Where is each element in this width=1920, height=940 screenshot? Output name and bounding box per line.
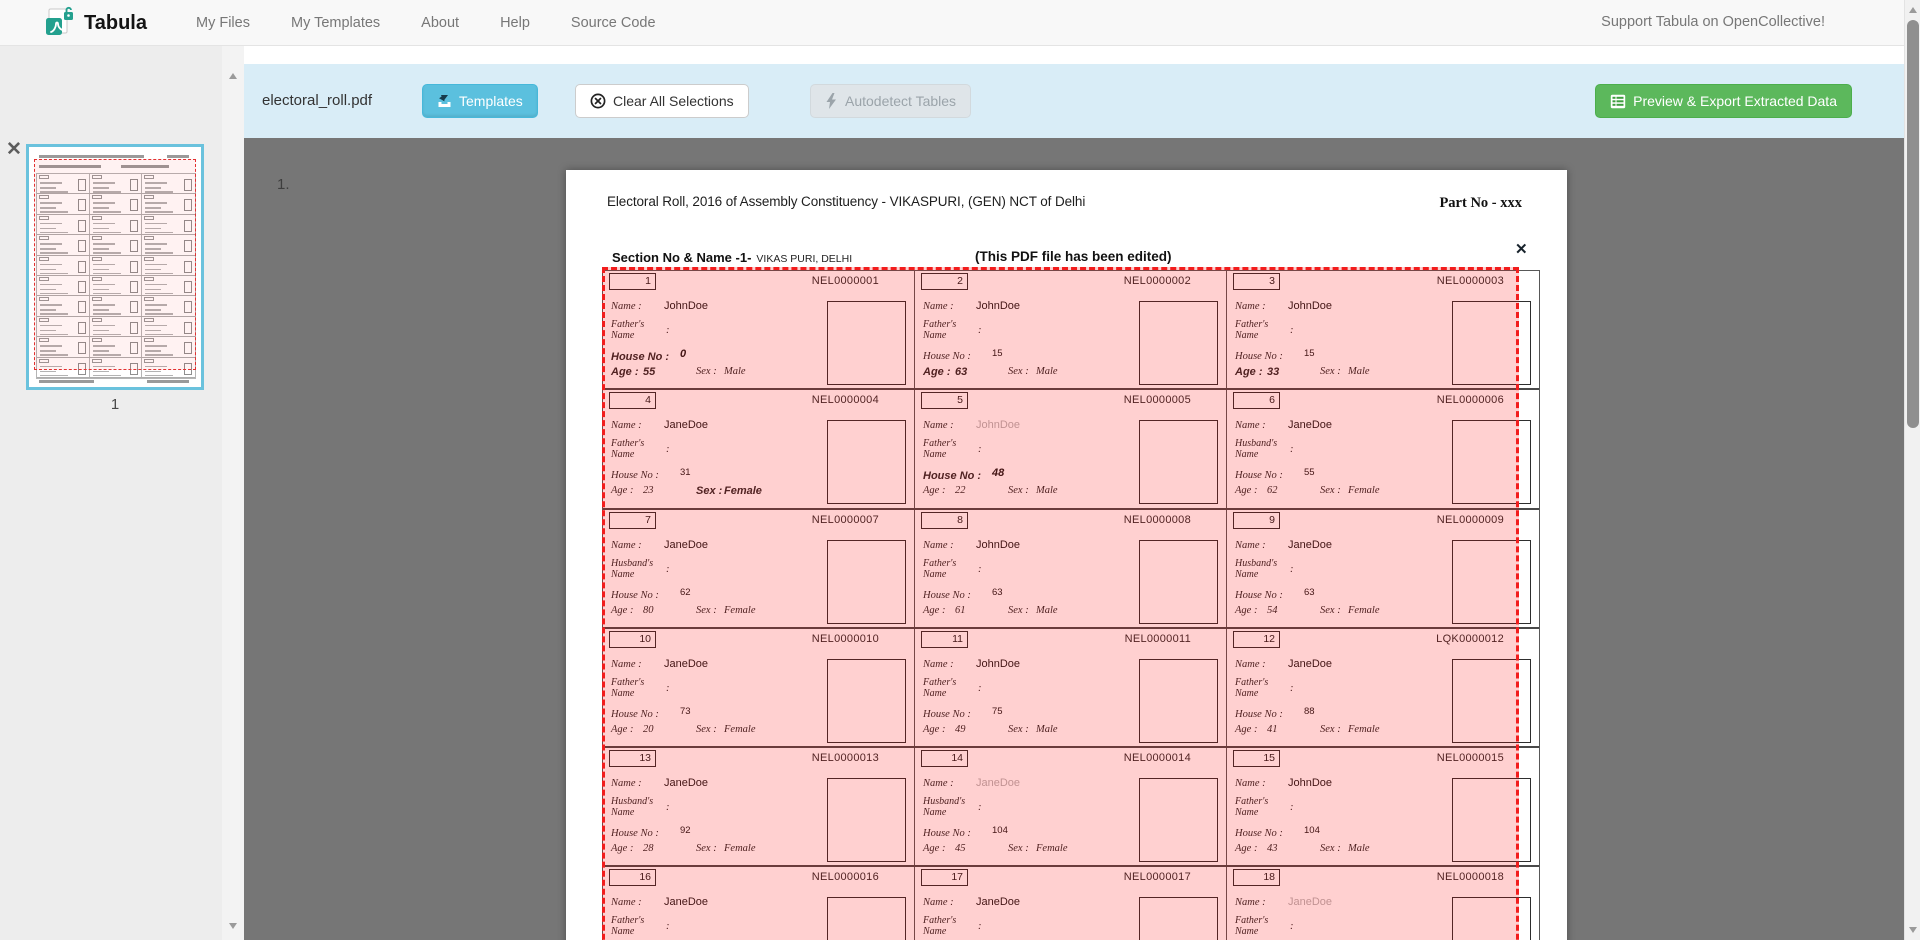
document-title: Electoral Roll, 2016 of Assembly Constit… (607, 194, 1085, 209)
brand-link[interactable]: Tabula (44, 6, 147, 40)
thumbnail-text-line (167, 155, 189, 158)
selection-region[interactable] (602, 267, 1519, 940)
top-navbar: Tabula My Files My Templates About Help Sour… (0, 0, 1920, 46)
thumbnail-page-number: 1 (26, 396, 204, 413)
thumbnail-card-line (145, 375, 173, 377)
thumbnail-text-line (39, 380, 94, 383)
thumbnail-selection-region (34, 159, 196, 370)
nav-item-my-templates[interactable]: My Templates (291, 15, 380, 31)
thumbnail-card-line (145, 371, 161, 373)
thumbnail-card-line (40, 375, 68, 377)
pdf-viewer-area: 1. Electoral Roll, 2016 of Assembly Cons… (244, 138, 1904, 940)
autodetect-tables-label: Autodetect Tables (845, 93, 956, 109)
nav-item-help[interactable]: Help (500, 15, 530, 31)
sidebar-scroll-down-icon[interactable] (222, 918, 244, 934)
nav-item-source-code[interactable]: Source Code (571, 15, 656, 31)
thumbnail-card-line (93, 375, 121, 377)
support-link[interactable]: Support Tabula on OpenCollective! (1601, 0, 1825, 45)
main-area: electoral_roll.pdf Templates (244, 46, 1904, 940)
preview-export-label: Preview & Export Extracted Data (1633, 93, 1837, 109)
templates-button-label: Templates (459, 93, 523, 109)
nav-links: My Files My Templates About Help Source Code (196, 0, 656, 45)
pdf-page[interactable]: Electoral Roll, 2016 of Assembly Constit… (566, 170, 1567, 940)
templates-button[interactable]: Templates (422, 84, 538, 118)
document-section-row: Section No & Name -1- VIKAS PURI, DELHI (612, 250, 852, 265)
section-label: Section No & Name -1- (612, 250, 751, 265)
brand-title: Tabula (84, 6, 147, 40)
lightning-icon (825, 93, 838, 109)
page-thumbnail-sidebar: ✕ 1 (0, 46, 222, 940)
preview-export-button[interactable]: Preview & Export Extracted Data (1595, 84, 1852, 118)
thumbnail-card-line (40, 371, 56, 373)
tabula-pdf-lock-icon (44, 6, 76, 40)
table-list-icon (1610, 94, 1626, 109)
window-scrollbar[interactable] (1904, 0, 1920, 940)
section-value: VIKAS PURI, DELHI (756, 253, 852, 265)
page-thumbnail[interactable] (26, 144, 204, 390)
thumbnail-card-line (93, 371, 109, 373)
thumbnail-text-line (147, 380, 189, 383)
window-scroll-up-icon[interactable] (1905, 2, 1920, 18)
sidebar-scrollbar[interactable] (222, 46, 244, 940)
autodetect-tables-button[interactable]: Autodetect Tables (810, 84, 971, 118)
nav-item-my-files[interactable]: My Files (196, 15, 250, 31)
nav-item-about[interactable]: About (421, 15, 459, 31)
window-scroll-down-icon[interactable] (1905, 922, 1920, 938)
save-icon (437, 94, 452, 109)
loaded-filename: electoral_roll.pdf (262, 64, 372, 138)
window-scrollbar-thumb[interactable] (1907, 20, 1919, 428)
tabula-app: Tabula My Files My Templates About Help Sour… (0, 0, 1920, 940)
clear-all-selections-button[interactable]: Clear All Selections (575, 84, 749, 118)
document-part-no: Part No - xxx (1439, 195, 1522, 212)
edited-note: (This PDF file has been edited) (975, 249, 1172, 264)
sidebar-scroll-up-icon[interactable] (222, 68, 244, 84)
remove-circle-icon (590, 93, 606, 109)
thumbnail-close-icon[interactable]: ✕ (6, 140, 22, 159)
page-marker: 1. (277, 176, 290, 193)
clear-all-selections-label: Clear All Selections (613, 93, 734, 109)
selection-close-icon[interactable]: ✕ (1515, 240, 1528, 258)
toolbar: electoral_roll.pdf Templates (244, 64, 1904, 138)
thumbnail-text-line (39, 155, 144, 158)
